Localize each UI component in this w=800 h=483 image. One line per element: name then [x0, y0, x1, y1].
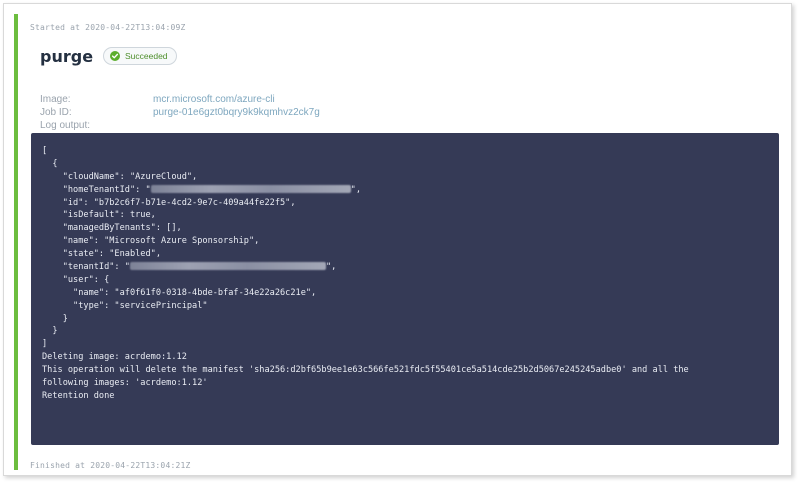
- log-line: "type": "servicePrincipal": [42, 300, 208, 311]
- log-line-text: "tenantId": ": [42, 262, 130, 273]
- log-line: "name": "af0f61f0-0318-4bde-bfaf-34e22a2…: [42, 287, 317, 298]
- log-line: "user": {: [42, 274, 110, 285]
- log-line: "name": "Microsoft Azure Sponsorship",: [42, 236, 260, 247]
- redacted-tenant-id: [129, 262, 326, 271]
- log-line: Retention done: [42, 390, 115, 401]
- log-line: {: [42, 158, 58, 169]
- redacted-tenant-id: [150, 184, 351, 193]
- status-badge: Succeeded: [103, 47, 177, 65]
- status-text: Succeeded: [125, 51, 168, 61]
- job-id-value: purge-01e6gzt0bqry9k9kqmhvz2ck7g: [153, 107, 320, 118]
- image-label: Image:: [40, 94, 71, 105]
- log-output-label: Log output:: [40, 120, 91, 131]
- finished-timestamp: Finished at 2020-04-22T13:04:21Z: [30, 461, 191, 470]
- screenshot-frame: Started at 2020-04-22T13:04:09Z purge Su…: [3, 3, 792, 476]
- log-line: "cloudName": "AzureCloud",: [42, 171, 198, 182]
- log-line: "id": "b7b2c6f7-b71e-4cd2-9e7c-409a44fe2…: [42, 197, 296, 208]
- log-line: "state": "Enabled",: [42, 249, 161, 260]
- job-id-label: Job ID:: [40, 107, 72, 118]
- log-line: This operation will delete the manifest …: [42, 365, 689, 376]
- log-line-text: "homeTenantId": ": [42, 184, 151, 195]
- log-line: [: [42, 146, 48, 156]
- log-line-text: ",: [325, 262, 337, 273]
- job-run-card: Started at 2020-04-22T13:04:09Z purge Su…: [14, 14, 784, 470]
- log-line: "isDefault": true,: [42, 210, 156, 221]
- log-line: "tenantId": " ",: [42, 261, 768, 274]
- log-line: following images: 'acrdemo:1.12': [42, 378, 208, 389]
- log-line: }: [42, 313, 68, 324]
- log-line-text: ",: [350, 184, 362, 195]
- log-line: Deleting image: acrdemo:1.12: [42, 352, 187, 363]
- check-circle-icon: [110, 51, 120, 61]
- log-line: "managedByTenants": [],: [42, 223, 182, 234]
- log-line: ]: [42, 339, 48, 350]
- image-value: mcr.microsoft.com/azure-cli: [153, 94, 275, 105]
- log-line: "homeTenantId": " ",: [42, 184, 768, 197]
- log-line: }: [42, 326, 58, 337]
- log-output-panel: [ { "cloudName": "AzureCloud", "homeTena…: [31, 133, 779, 445]
- job-title: purge: [40, 47, 94, 66]
- started-timestamp: Started at 2020-04-22T13:04:09Z: [30, 23, 186, 32]
